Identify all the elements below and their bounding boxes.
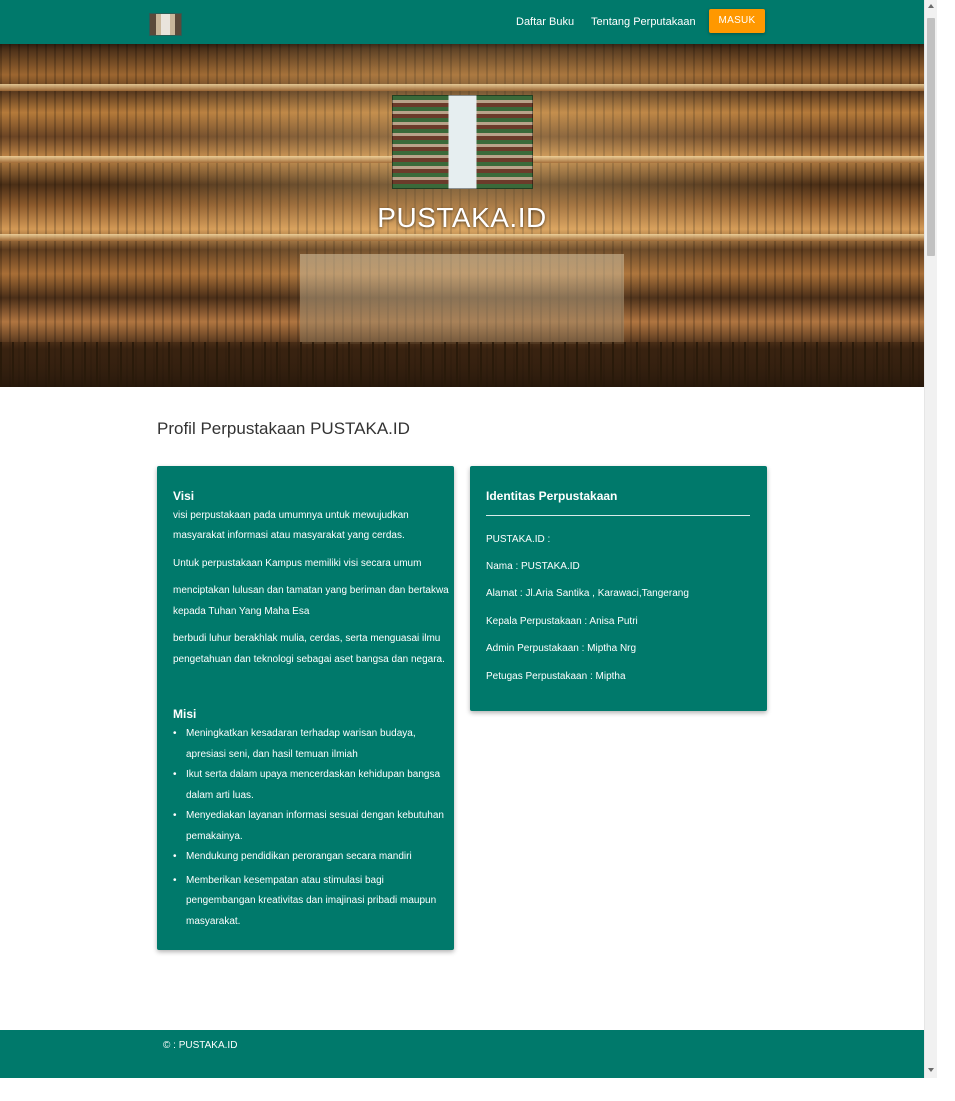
visi-misi-card: Visi visi perpustakaan pada umumnya untu… [157, 466, 454, 950]
nav-link-daftar-buku[interactable]: Daftar Buku [516, 13, 574, 31]
misi-list: • Meningkatkan kesadaran terhadap warisan… [173, 724, 444, 932]
misi-item: • Meningkatkan kesadaran terhadap warisan… [173, 728, 416, 760]
page-footer: © : PUSTAKA.ID [0, 1030, 924, 1078]
identitas-row: Alamat : Jl.Aria Santika , Karawaci,Tang… [486, 588, 689, 599]
identitas-row: Admin Perpustakaan : Miptha Nrg [486, 643, 637, 654]
library-logo-icon[interactable] [149, 13, 182, 36]
hero-shelf-tier [0, 84, 924, 91]
visi-line: pengetahuan dan teknologi sebagai aset b… [173, 654, 445, 665]
hero-shelf-tier [0, 234, 924, 241]
misi-heading: Misi [173, 707, 197, 721]
hero-railing [0, 342, 924, 387]
nav-link-tentang-perputakaan[interactable]: Tentang Perputakaan [591, 13, 696, 31]
misi-item: • Ikut serta dalam upaya mencerdaskan keh… [173, 769, 441, 801]
visi-heading: Visi [173, 489, 195, 503]
hero-inset-image [392, 95, 533, 189]
identitas-card: Identitas Perpustakaan PUSTAKA.ID : Nama… [470, 466, 767, 711]
identitas-row: Nama : PUSTAKA.ID [486, 561, 580, 572]
visi-line: kepada Tuhan Yang Maha Esa [173, 606, 310, 617]
top-navbar: Daftar Buku Tentang Perputakaan MASUK [0, 0, 924, 44]
vertical-scrollbar[interactable] [924, 0, 937, 1078]
browser-viewport: Daftar Buku Tentang Perputakaan MASUK PU… [0, 0, 955, 1101]
hero-banner: PUSTAKA.ID [0, 44, 924, 387]
visi-line: berbudi luhur berakhlak mulia, cerdas, s… [173, 633, 441, 644]
misi-item: • Menyediakan layanan informasi sesuai de… [173, 810, 444, 842]
hero-title: PUSTAKA.ID [377, 202, 547, 233]
visi-line: visi perpustakaan pada umumnya untuk mew… [173, 510, 409, 521]
misi-item: • Mendukung pendidikan perorangan secara … [173, 851, 412, 862]
visi-line: masyarakat informasi atau masyarakat yan… [173, 530, 405, 541]
misi-item: • Memberikan kesempatan atau stimulasi ba… [173, 874, 437, 927]
page-title: Profil Perpustakaan PUSTAKA.ID [157, 419, 410, 438]
scroll-up-arrow-icon[interactable] [928, 4, 934, 8]
footer-copyright: © : PUSTAKA.ID [163, 1040, 238, 1051]
identitas-row: PUSTAKA.ID : [486, 534, 551, 545]
visi-line: menciptakan lulusan dan tamatan yang ber… [173, 585, 449, 596]
login-button[interactable]: MASUK [709, 9, 765, 33]
page-content: Daftar Buku Tentang Perputakaan MASUK PU… [0, 0, 924, 1078]
scrollbar-thumb[interactable] [927, 18, 935, 256]
hero-floor [300, 254, 624, 344]
divider [486, 515, 750, 516]
scroll-down-arrow-icon[interactable] [928, 1068, 934, 1072]
identitas-row: Petugas Perpustakaan : Miptha [486, 671, 626, 682]
identitas-row: Kepala Perpustakaan : Anisa Putri [486, 616, 638, 627]
visi-line: Untuk perpustakaan Kampus memiliki visi … [173, 558, 422, 569]
identitas-heading: Identitas Perpustakaan [486, 489, 618, 503]
